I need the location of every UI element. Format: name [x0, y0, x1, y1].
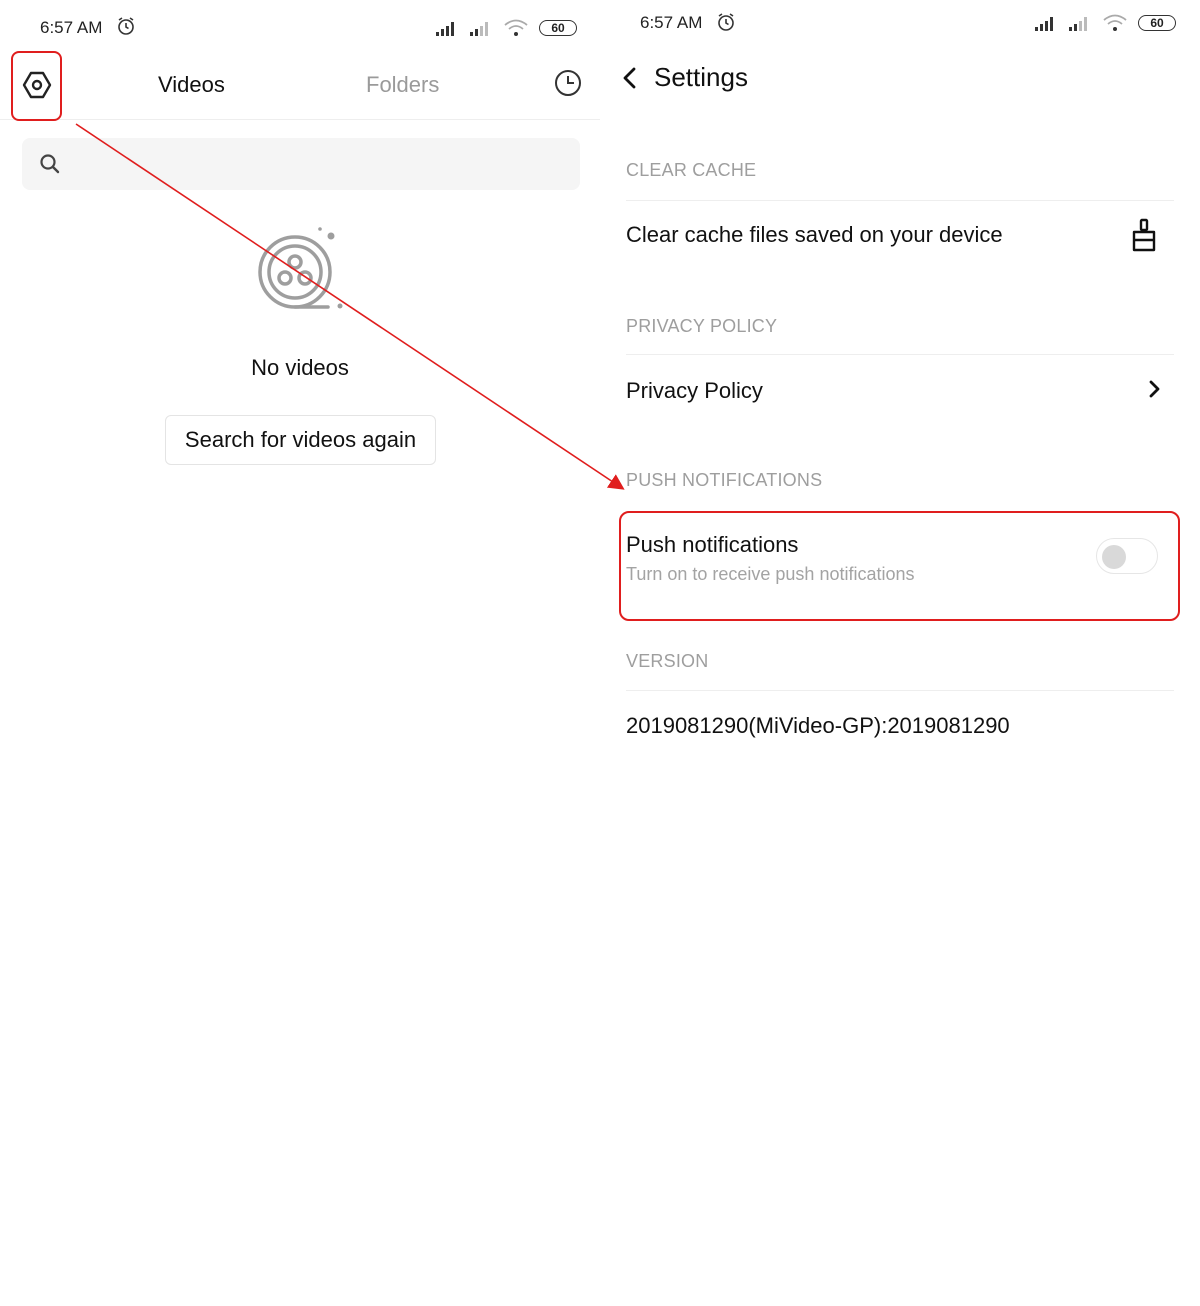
search-input[interactable]	[74, 146, 564, 182]
signal-icon	[1069, 17, 1087, 31]
alarm-icon	[718, 13, 734, 31]
status-icons: 60	[1034, 13, 1176, 33]
section-label-clear-cache: CLEAR CACHE	[626, 160, 757, 180]
clear-cache-row-title: Clear cache files saved on your device	[626, 222, 1003, 247]
tab-videos[interactable]: Videos	[158, 72, 225, 98]
status-bar: 6:57 AM 60	[600, 0, 1200, 56]
back-button[interactable]	[618, 64, 642, 92]
divider	[626, 690, 1174, 691]
version-value: 2019081290(MiVideo-GP):2019081290	[626, 713, 1010, 738]
divider	[626, 354, 1174, 355]
history-icon	[555, 70, 581, 96]
top-tab-bar: Videos Folders	[0, 56, 600, 120]
history-button[interactable]	[553, 68, 583, 98]
broom-icon	[1132, 218, 1156, 252]
film-reel-icon	[258, 227, 343, 309]
privacy-policy-row-title: Privacy Policy	[626, 378, 763, 403]
signal-icon	[1035, 17, 1053, 31]
videos-screen: 6:57 AM 60 Videos Folders No videos Sear…	[0, 0, 600, 1306]
status-time: 6:57 AM	[40, 18, 103, 37]
status-bar: 6:57 AM 60	[0, 0, 600, 56]
back-arrow-icon	[623, 67, 636, 89]
section-label-privacy-policy: PRIVACY POLICY	[626, 316, 778, 336]
search-videos-again-button[interactable]: Search for videos again	[165, 415, 436, 465]
empty-state-message: No videos	[251, 355, 349, 380]
divider	[626, 200, 1174, 201]
tab-folders[interactable]: Folders	[366, 72, 439, 98]
annotation-highlight-push-notifications	[619, 511, 1180, 621]
wifi-icon	[1103, 14, 1127, 31]
search-bar[interactable]	[22, 138, 580, 190]
battery-icon: 60	[539, 20, 577, 36]
signal-icon	[470, 22, 488, 36]
section-label-version: VERSION	[626, 651, 709, 671]
alarm-icon	[118, 17, 134, 35]
settings-screen: 6:57 AM 60 Settings CLEAR CACHE Clear ca…	[600, 0, 1200, 1306]
status-icons: 60	[435, 18, 577, 38]
signal-icon	[436, 22, 454, 36]
chevron-right-icon	[1149, 380, 1160, 398]
status-time: 6:57 AM	[640, 13, 703, 32]
search-icon	[40, 154, 60, 174]
battery-icon: 60	[1138, 15, 1176, 31]
annotation-highlight-settings	[11, 51, 62, 121]
settings-header: Settings	[600, 56, 1200, 106]
page-title: Settings	[654, 62, 748, 92]
wifi-icon	[504, 19, 528, 36]
section-label-push-notifications: PUSH NOTIFICATIONS	[626, 470, 823, 490]
